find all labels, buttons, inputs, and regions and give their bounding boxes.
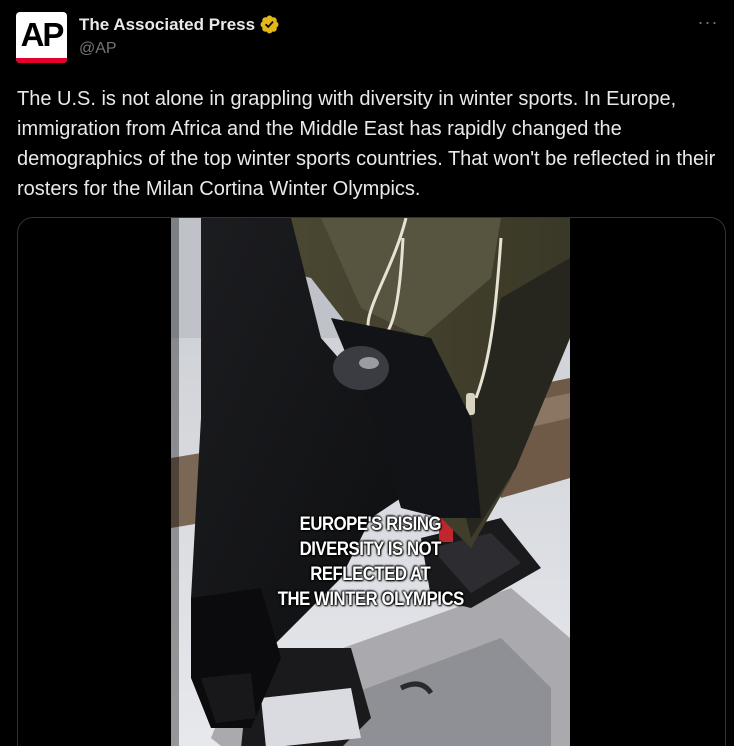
- caption-line: EUROPE'S RISING: [299, 514, 442, 535]
- ap-logo-red-bar: [16, 58, 67, 63]
- more-horizontal-icon: ···: [697, 11, 719, 32]
- verified-badge-icon[interactable]: [259, 14, 280, 35]
- author-avatar[interactable]: AP: [16, 12, 67, 63]
- author-name-row: The Associated Press: [79, 14, 280, 35]
- caption-line: DIVERSITY IS NOT: [299, 539, 442, 560]
- author-handle[interactable]: @AP: [79, 40, 117, 58]
- video-caption: EUROPE'S RISING DIVERSITY IS NOT REFLECT…: [171, 514, 570, 611]
- post-text: The U.S. is not alone in grappling with …: [17, 88, 716, 200]
- video-media-card[interactable]: EUROPE'S RISING DIVERSITY IS NOT REFLECT…: [17, 217, 726, 746]
- caption-line: REFLECTED AT: [310, 564, 431, 585]
- more-options-button[interactable]: ···: [696, 10, 720, 34]
- caption-line: THE WINTER OLYMPICS: [277, 589, 464, 610]
- author-name[interactable]: The Associated Press: [79, 15, 255, 35]
- video-frame[interactable]: EUROPE'S RISING DIVERSITY IS NOT REFLECT…: [171, 218, 570, 746]
- ap-logo: AP: [20, 16, 65, 53]
- video-still-image: [171, 218, 570, 746]
